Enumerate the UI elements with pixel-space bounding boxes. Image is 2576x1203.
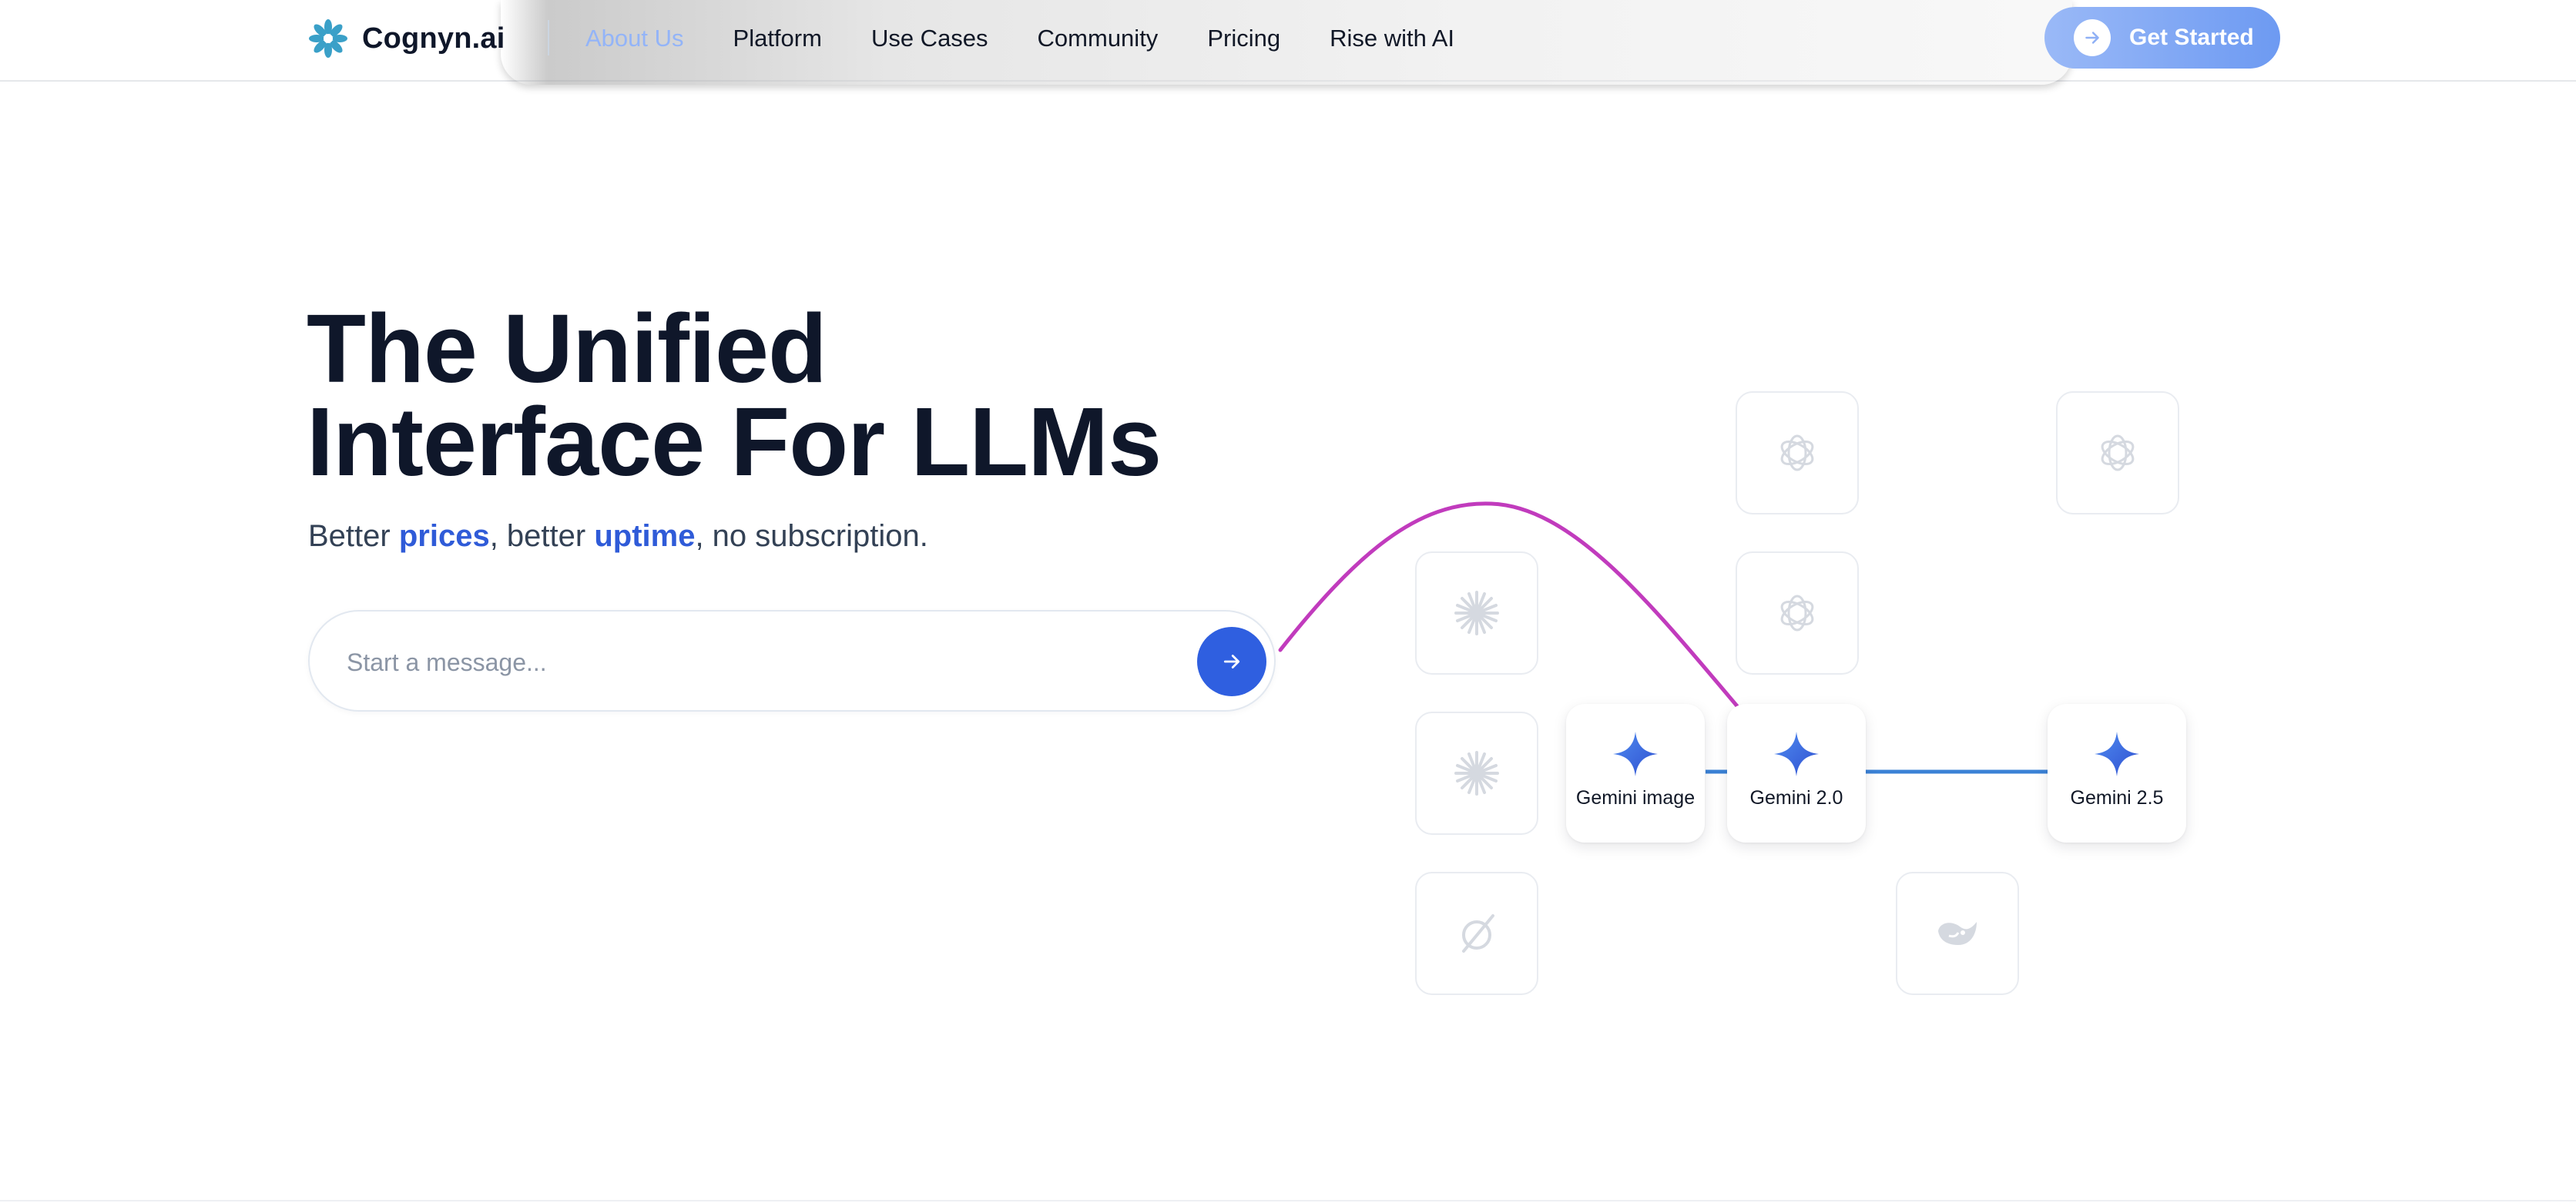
- nav-link-community[interactable]: Community: [1038, 25, 1159, 52]
- arrow-right-icon: [1223, 655, 1240, 669]
- grok-icon: [1462, 914, 1494, 953]
- openai-icon: [2101, 434, 2135, 471]
- nav-divider: [548, 20, 549, 55]
- asterisk-logo-icon: [309, 19, 347, 58]
- model-card-gemini-2-0[interactable]: Gemini 2.0: [1727, 704, 1866, 843]
- get-started-label: Get Started: [2129, 25, 2254, 50]
- routing-lines: [1278, 501, 2049, 774]
- anthropic-icon: [1454, 591, 1499, 635]
- model-tile-anthropic-1: [1415, 551, 1538, 675]
- arrow-right-icon: [2074, 19, 2111, 56]
- model-card-gemini-2-5[interactable]: Gemini 2.5: [2048, 704, 2186, 843]
- subtitle-highlight-prices: prices: [398, 519, 490, 553]
- send-button[interactable]: [1197, 627, 1266, 696]
- top-navigation: Cognyn.ai About Us Platform Use Cases Co…: [0, 0, 2576, 85]
- subtitle-text-3: , no subscription.: [695, 519, 928, 553]
- get-started-button[interactable]: Get Started: [2044, 7, 2280, 69]
- brand-logo[interactable]: Cognyn.ai: [308, 17, 505, 60]
- model-tile-openai-2: [2056, 391, 2179, 514]
- subtitle-highlight-uptime: uptime: [594, 519, 696, 553]
- model-card-label: Gemini image: [1575, 787, 1696, 809]
- hero-title-line-2: Interface For LLMs: [307, 387, 1162, 496]
- nav-link-platform[interactable]: Platform: [733, 25, 822, 52]
- model-tile-grok: [1415, 872, 1538, 995]
- nav-link-pricing[interactable]: Pricing: [1207, 25, 1280, 52]
- gemini-sparkle-icon: [1774, 732, 1819, 776]
- gemini-sparkle-icon: [2095, 732, 2139, 776]
- model-tile-anthropic-2: [1415, 712, 1538, 835]
- nav-link-about-us[interactable]: About Us: [585, 25, 684, 52]
- openai-icon: [1780, 434, 1814, 471]
- message-composer: [308, 610, 1276, 712]
- anthropic-icon: [1454, 751, 1499, 796]
- model-card-label: Gemini 2.5: [2070, 787, 2164, 809]
- hero-title: The Unified Interface For LLMs: [307, 300, 1308, 491]
- nav-link-use-cases[interactable]: Use Cases: [871, 25, 988, 52]
- model-card-label: Gemini 2.0: [1749, 787, 1843, 809]
- brand-name: Cognyn.ai: [362, 22, 505, 55]
- deepseek-icon: [1938, 922, 1977, 945]
- subtitle-text-2: , better: [489, 519, 595, 553]
- openai-icon: [1780, 595, 1814, 632]
- nav-links: About Us Platform Use Cases Community Pr…: [585, 22, 1504, 55]
- hero-subtitle: Better prices, better uptime, no subscri…: [308, 519, 928, 554]
- model-tile-deepseek: [1896, 872, 2019, 995]
- hero-title-line-1: The Unified: [307, 294, 827, 403]
- model-tile-openai-1: [1736, 391, 1859, 514]
- nav-link-rise-with-ai[interactable]: Rise with AI: [1330, 25, 1454, 52]
- model-tile-openai-3: [1736, 551, 1859, 675]
- message-input[interactable]: [347, 639, 1117, 685]
- section-divider: [0, 1200, 2576, 1201]
- subtitle-text-1: Better: [308, 519, 399, 553]
- model-card-gemini-image[interactable]: Gemini image: [1566, 704, 1705, 843]
- gemini-sparkle-icon: [1613, 732, 1658, 776]
